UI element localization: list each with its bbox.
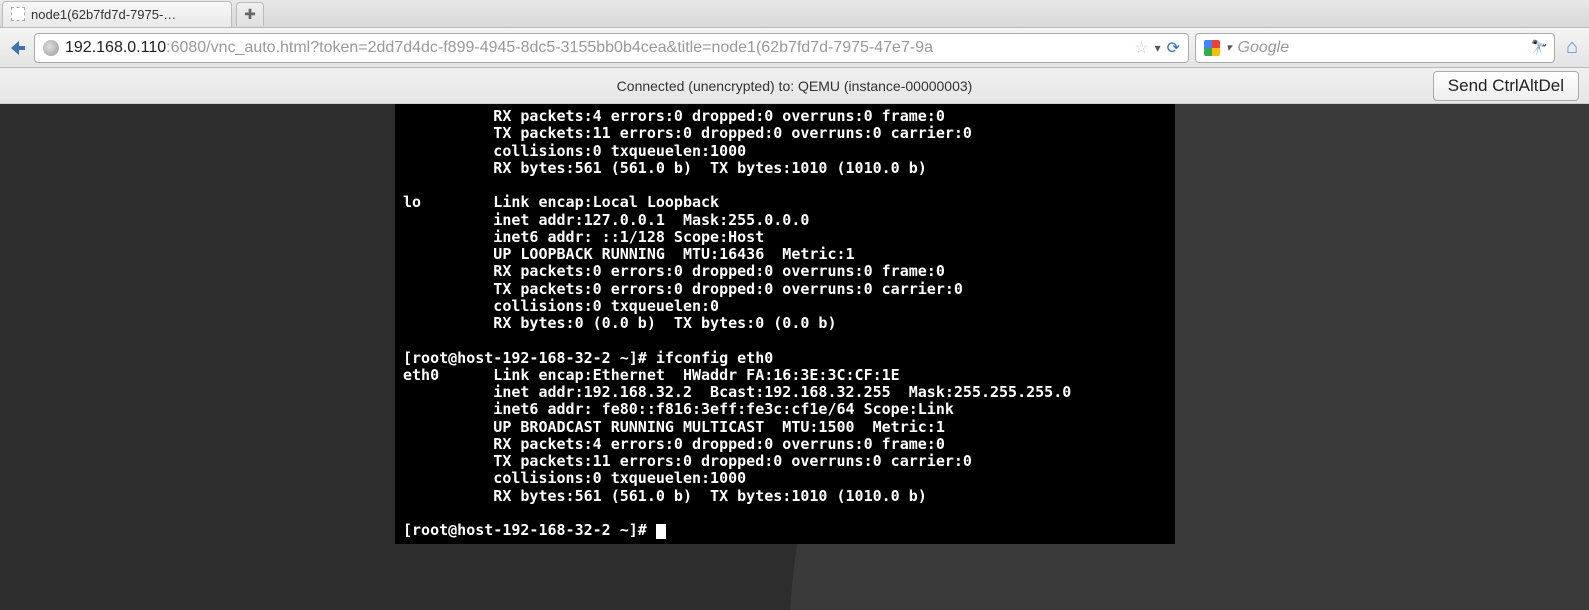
back-button[interactable] [6,37,28,59]
url-host: 192.168.0.110 [65,39,166,56]
google-icon [1204,40,1220,56]
bookmark-star-icon[interactable]: ☆ [1134,38,1148,58]
reload-icon[interactable]: ⟳ [1167,38,1180,58]
address-bar[interactable]: 192.168.0.110:6080/vnc_auto.html?token=2… [34,33,1189,63]
binoculars-icon[interactable]: 🔭 [1529,39,1546,56]
terminal-cursor [656,524,666,539]
send-ctrl-alt-del-button[interactable]: Send CtrlAltDel [1433,71,1579,101]
console-area: RX packets:4 errors:0 dropped:0 overruns… [0,104,1589,610]
globe-icon [43,40,59,56]
arrow-left-icon [7,38,27,58]
home-button[interactable]: ⌂ [1561,37,1583,59]
connection-status: Connected (unencrypted) to: QEMU (instan… [617,78,973,94]
new-tab-button[interactable]: ✚ [236,2,264,26]
url-rest: :6080/vnc_auto.html?token=2dd7d4dc-f899-… [166,39,933,56]
chevron-down-icon[interactable]: ▾ [1226,41,1232,54]
tab-bar: node1(62b7fd7d-7975-… ✚ [0,0,1589,28]
search-bar[interactable]: ▾ Google 🔭 [1195,33,1555,63]
url-dropdown-icon[interactable]: ▾ [1155,41,1161,55]
vnc-toolbar: Connected (unencrypted) to: QEMU (instan… [0,68,1589,104]
url-text: 192.168.0.110:6080/vnc_auto.html?token=2… [65,39,933,57]
search-placeholder: Google [1238,39,1290,57]
nav-bar: 192.168.0.110:6080/vnc_auto.html?token=2… [0,28,1589,68]
home-icon: ⌂ [1566,36,1578,59]
terminal[interactable]: RX packets:4 errors:0 dropped:0 overruns… [395,104,1175,544]
tab-favicon [11,7,25,21]
plus-icon: ✚ [244,6,256,23]
tab-title: node1(62b7fd7d-7975-… [31,7,176,22]
browser-tab[interactable]: node1(62b7fd7d-7975-… [2,1,232,27]
